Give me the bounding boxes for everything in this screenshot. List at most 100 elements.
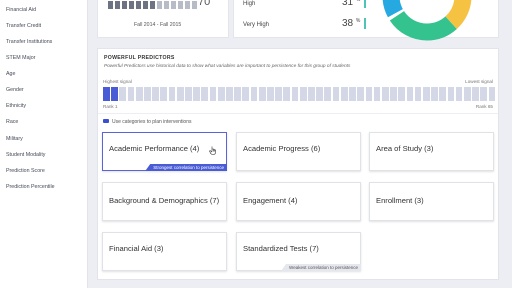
sidebar-item-transfer-institutions[interactable]: Transfer Institutions — [6, 39, 52, 45]
sidebar-item-financial-aid[interactable]: Financial Aid — [6, 7, 36, 13]
rank-segment[interactable] — [332, 87, 340, 101]
rank-segment[interactable] — [349, 87, 356, 101]
rank-segment[interactable] — [103, 87, 110, 101]
rank-segment[interactable] — [308, 87, 315, 101]
rank-segment[interactable] — [398, 87, 406, 101]
rank-segment[interactable] — [119, 87, 127, 101]
predictor-card-financial-aid[interactable]: Financial Aid (3) — [102, 232, 227, 271]
sidebar-item-age[interactable]: Age — [6, 71, 15, 77]
predictor-card-academic-performance[interactable]: Academic Performance (4) Strongest corre… — [102, 132, 227, 171]
lowest-signal-label: Lowest signal — [465, 79, 493, 84]
risk-row-label-high: High — [243, 1, 256, 7]
rank-segment[interactable] — [176, 87, 184, 101]
rank-segment[interactable] — [381, 87, 389, 101]
rank-segment[interactable] — [250, 87, 258, 101]
category-toggle-label: Use categories to plan interventions — [112, 118, 192, 125]
risk-row-label-very-high: Very High — [243, 22, 270, 28]
predictor-card-academic-progress[interactable]: Academic Progress (6) — [236, 132, 361, 171]
rank-segment[interactable] — [135, 87, 143, 101]
summary-value: 70 — [198, 0, 211, 8]
predictor-card-label: Area of Study (3) — [376, 144, 434, 153]
rank-segment[interactable] — [242, 87, 250, 101]
risk-distribution-card: High 31 % Very High 38 % — [233, 0, 499, 41]
predictor-card-label: Financial Aid (3) — [109, 244, 164, 253]
date-range: Fall 2014 - Fall 2015 — [134, 22, 182, 28]
persistence-summary-card: 70 Fall 2014 - Fall 2015 — [97, 0, 229, 38]
rank-strip[interactable] — [103, 87, 496, 101]
rank-segment[interactable] — [275, 87, 282, 101]
rank-segment[interactable] — [299, 87, 307, 101]
rank-segment[interactable] — [472, 87, 479, 101]
rank-segment[interactable] — [439, 87, 447, 101]
sidebar-item-student-modality[interactable]: Student Modality — [6, 152, 45, 158]
highest-signal-label: Highest signal — [103, 79, 132, 84]
rank-segment[interactable] — [390, 87, 397, 101]
rank-segment[interactable] — [111, 87, 118, 101]
sidebar: Financial Aid Transfer Credit Transfer I… — [0, 0, 88, 288]
risk-row-bar-very-high — [364, 18, 366, 29]
rank-segment[interactable] — [144, 87, 151, 101]
rank-segment[interactable] — [447, 87, 455, 101]
rank-segment[interactable] — [185, 87, 192, 101]
rank-segment[interactable] — [217, 87, 225, 101]
sidebar-item-stem-major[interactable]: STEM Major — [6, 55, 35, 61]
risk-row-value-very-high: 38 % — [342, 18, 361, 29]
rank-segment[interactable] — [267, 87, 274, 101]
risk-row-bar-high — [364, 0, 366, 8]
rank-segment[interactable] — [316, 87, 323, 101]
sidebar-item-gender[interactable]: Gender — [6, 87, 24, 93]
predictor-card-standardized-tests[interactable]: Standardized Tests (7) Weakest correlati… — [236, 232, 361, 271]
rank-segment[interactable] — [234, 87, 241, 101]
sidebar-item-prediction-score[interactable]: Prediction Score — [6, 168, 45, 174]
student-icon-bars — [108, 1, 197, 9]
panel-description: Powerful Predictors use historical data … — [104, 64, 351, 69]
rank-segment[interactable] — [201, 87, 209, 101]
rank-segment[interactable] — [463, 87, 471, 101]
predictor-card-engagement[interactable]: Engagement (4) — [236, 182, 361, 221]
rank-segment[interactable] — [455, 87, 463, 101]
predictor-card-area-of-study[interactable]: Area of Study (3) — [369, 132, 494, 171]
weakest-correlation-tag: Weakest correlation to persistence — [281, 264, 361, 271]
predictor-card-label: Academic Progress (6) — [243, 144, 321, 153]
strongest-correlation-tag: Strongest correlation to persistence — [145, 164, 227, 171]
predictor-card-enrollment[interactable]: Enrollment (3) — [369, 182, 494, 221]
rank-segment[interactable] — [193, 87, 200, 101]
rank-end-label: Rank 65 — [475, 104, 493, 109]
rank-segment[interactable] — [226, 87, 233, 101]
rank-segment[interactable] — [488, 87, 496, 101]
sidebar-item-race[interactable]: Race — [6, 119, 18, 125]
rank-segment[interactable] — [365, 87, 373, 101]
rank-segment[interactable] — [480, 87, 488, 101]
rank-segment[interactable] — [152, 87, 159, 101]
panel-title: POWERFUL PREDICTORS — [104, 55, 175, 61]
rank-segment[interactable] — [414, 87, 422, 101]
rank-segment[interactable] — [422, 87, 430, 101]
category-toggle[interactable] — [103, 119, 109, 123]
rank-segment[interactable] — [209, 87, 217, 101]
predictor-card-label: Engagement (4) — [243, 196, 298, 205]
rank-segment[interactable] — [258, 87, 266, 101]
risk-row-value-high: 31 % — [342, 0, 361, 8]
rank-segment[interactable] — [324, 87, 332, 101]
risk-donut-chart — [382, 0, 472, 41]
rank-segment[interactable] — [168, 87, 176, 101]
hand-cursor-icon — [209, 146, 216, 155]
rank-segment[interactable] — [160, 87, 168, 101]
rank-segment[interactable] — [431, 87, 438, 101]
rank-segment[interactable] — [340, 87, 348, 101]
sidebar-item-military[interactable]: Military — [6, 136, 23, 142]
predictor-card-background-demographics[interactable]: Background & Demographics (7) — [102, 182, 227, 221]
predictor-card-label: Academic Performance (4) — [109, 144, 200, 153]
rank-segment[interactable] — [357, 87, 364, 101]
rank-segment[interactable] — [373, 87, 381, 101]
rank-start-label: Rank 1 — [103, 104, 118, 109]
rank-segment[interactable] — [283, 87, 291, 101]
rank-segment[interactable] — [127, 87, 135, 101]
rank-segment[interactable] — [406, 87, 414, 101]
sidebar-item-prediction-percentile[interactable]: Prediction Percentile — [6, 184, 55, 190]
sidebar-item-transfer-credit[interactable]: Transfer Credit — [6, 23, 41, 29]
predictor-card-label: Standardized Tests (7) — [243, 244, 319, 253]
rank-segment[interactable] — [291, 87, 299, 101]
powerful-predictors-panel: POWERFUL PREDICTORS Powerful Predictors … — [97, 48, 499, 280]
sidebar-item-ethnicity[interactable]: Ethnicity — [6, 103, 26, 109]
